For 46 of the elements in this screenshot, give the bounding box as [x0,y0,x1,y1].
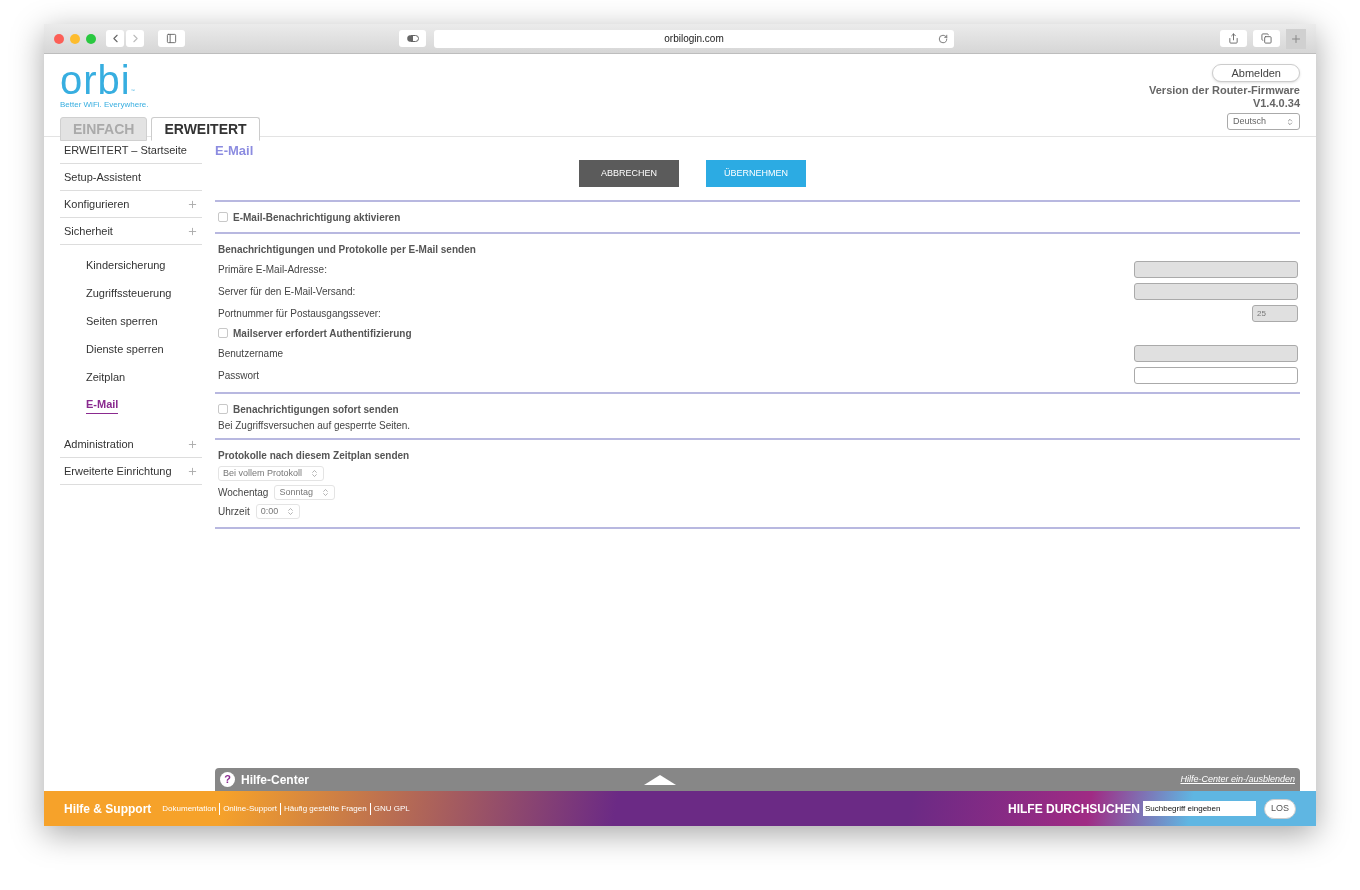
sidebar-subitem[interactable]: Zugriffssteuerung [86,284,172,302]
logout-button[interactable]: Abmelden [1212,64,1300,82]
cancel-button[interactable]: ABBRECHEN [579,160,679,187]
select-dropdown[interactable]: 0:00 [255,504,301,519]
sidebar-item[interactable]: Administration [60,431,202,458]
address-bar[interactable]: orbilogin.com [434,29,954,48]
select-dropdown[interactable]: Bei vollem Protokoll [218,466,325,481]
firmware-label: Version der Router-Firmware [1149,84,1300,97]
sidebar-subitem[interactable]: Dienste sperren [86,340,164,358]
search-button[interactable]: LOS [1264,798,1296,819]
field-label: Server für den E-Mail-Versand: [218,284,356,299]
checkbox-label: Benachrichtigungen sofort senden [233,402,399,417]
sidebar-item[interactable]: Setup-Assistent [60,164,202,191]
field-label: Portnummer für Postausgangssever: [218,306,381,321]
sidebar-item[interactable]: Sicherheit [60,218,202,245]
sidebar-subitem[interactable]: Kindersicherung [86,256,166,274]
help-icon: ? [220,772,235,787]
sidebar-subitem[interactable]: E-Mail [86,396,119,414]
firmware-version: V1.4.0.34 [1252,97,1300,110]
logo: orbi [60,62,131,98]
section-heading: Protokolle nach diesem Zeitplan senden [218,448,410,463]
section-heading: Benachrichtigungen und Protokolle per E-Mail senden [218,242,476,257]
language-select[interactable]: Deutsch [1227,113,1300,130]
field-label: Benutzername [218,346,284,361]
footer-link[interactable]: GNU GPL [369,802,413,815]
sidebar-subitem[interactable]: Seiten sperren [86,312,158,330]
footer-title: Hilfe & Support [64,800,152,818]
field-label: Passwort [218,368,260,383]
search-label: HILFE DURCHSUCHEN [1008,800,1140,818]
field-label: Uhrzeit [218,505,250,519]
mode-tab[interactable]: ERWEITERT [151,117,260,141]
checkbox-label: E-Mail-Benachrichtigung aktivieren [233,210,401,225]
sidebar-item[interactable]: ERWEITERT – Startseite [60,137,202,164]
checkbox-label: Mailserver erfordert Authentifizierung [233,326,412,341]
sidebar-subitem[interactable]: Zeitplan [86,368,126,386]
field-label: Wochentag [218,486,269,500]
search-field[interactable]: Suchbegriff eingeben [1143,801,1256,816]
field-label: Primäre E-Mail-Adresse: [218,262,327,277]
page-title: E-Mail [215,143,255,158]
sidebar-item[interactable]: Erweiterte Einrichtung [60,458,202,485]
select-dropdown[interactable]: Sonntag [274,485,335,500]
sidebar-item[interactable]: Konfigurieren [60,191,202,218]
help-toggle-link[interactable]: Hilfe-Center ein-/ausblenden [1180,772,1295,787]
description-text: Bei Zugriffsversuchen auf gesperrte Seiten. [218,418,411,433]
tagline: Better WiFi. Everywhere. [60,99,150,111]
help-center-title: Hilfe-Center [241,771,309,789]
